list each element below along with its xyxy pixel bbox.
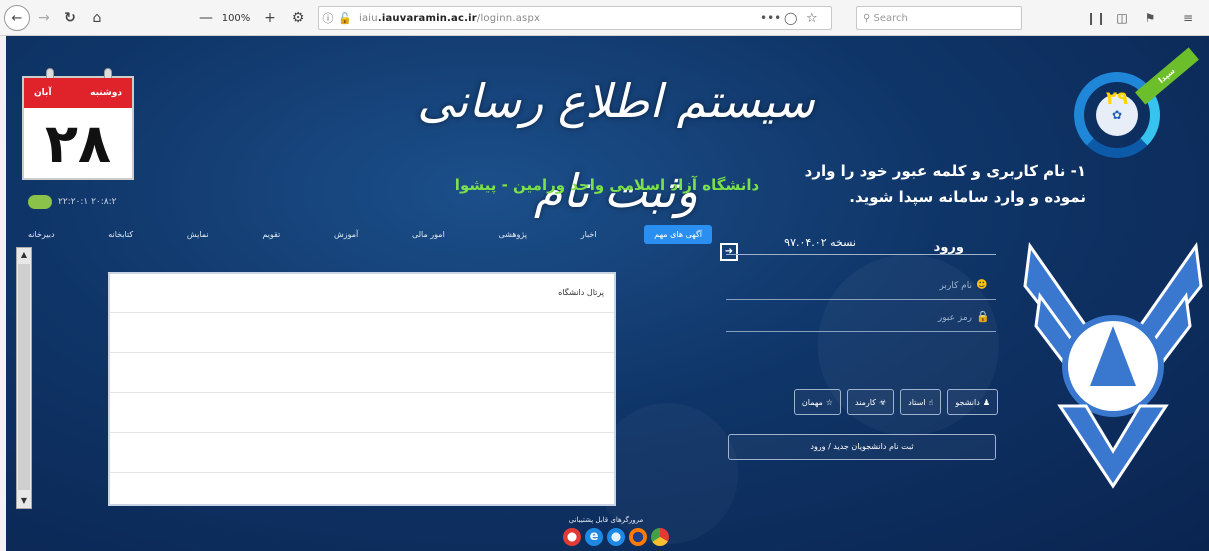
nav-tab[interactable]: پژوهشی <box>493 228 534 241</box>
home-icon[interactable]: ⌂ <box>86 7 108 29</box>
opera-icon <box>563 528 581 546</box>
instruction-line-2: نموده و وارد سامانه سپدا شوید. <box>849 188 1086 206</box>
supported-browsers-label: مرورگرهای قابل پشتیبانی <box>568 516 644 524</box>
date-text: ۲۲:۲۰:۱ ۲۰:۸:۲ <box>58 197 117 207</box>
scroll-up-icon[interactable]: ▲ <box>17 248 31 262</box>
guest-icon: ☆ <box>825 397 833 407</box>
page-actions-icon[interactable]: ••• <box>760 6 781 30</box>
nav-tab[interactable]: نمایش <box>181 228 215 241</box>
nav-tab[interactable]: تقویم <box>256 228 286 241</box>
browser-toolbar: ← → ↻ ⌂ — 100% + ⚙ ⓘ 🔓 iaiu.iauvaramin.a… <box>0 0 1209 36</box>
news-panel: پرتال دانشگاه <box>108 272 616 506</box>
url-text[interactable]: iaiu.iauvaramin.ac.ir/loginn.aspx <box>353 13 540 24</box>
news-divider <box>110 392 614 393</box>
main-nav: آگهی های مهم اخبار پژوهشی امور مالی آموزش تقو… <box>22 222 712 246</box>
pocket-icon[interactable]: ◯ <box>784 6 797 30</box>
professor-button[interactable]: ☝ استاد <box>900 389 942 415</box>
password-input[interactable] <box>742 308 972 328</box>
sync-icon[interactable]: ⚑ <box>1140 8 1160 28</box>
guest-button[interactable]: ☆ مهمان <box>793 389 841 415</box>
insecure-lock-icon[interactable]: 🔓 <box>337 12 353 25</box>
page-content: آبان دوشنبه ۲۸ ۲۲:۲۰:۱ ۲۰:۸:۲ سیستم اطلا… <box>6 36 1209 551</box>
login-divider <box>726 254 996 255</box>
sidebar-icon[interactable]: ◫ <box>1112 8 1132 28</box>
sepida-logo: ✿ ۲۹ سپدا <box>1070 47 1199 166</box>
scrollbar-thumb[interactable] <box>18 264 30 490</box>
nav-tab[interactable]: اخبار <box>575 228 603 241</box>
login-title: ورود <box>933 240 964 255</box>
supported-browsers: e <box>556 528 676 548</box>
login-door-icon: ➜ <box>720 243 738 261</box>
username-input[interactable] <box>742 276 972 296</box>
scrollbar[interactable]: ▲ ▼ <box>16 247 32 509</box>
news-divider <box>110 432 614 433</box>
forward-button[interactable]: → <box>34 7 54 29</box>
internet-explorer-icon: e <box>585 528 603 546</box>
site-title: سیستم اطلاع رسانی وثبت نام <box>417 74 815 218</box>
zoom-in-button[interactable]: + <box>262 7 278 29</box>
register-new-students-button[interactable]: ثبت نام دانشجویان جدید / ورود <box>728 434 996 460</box>
chrome-icon <box>651 528 669 546</box>
bookmark-star-icon[interactable]: ☆ <box>806 6 818 30</box>
instruction-line-1: ۱- نام کاربری و کلمه عبور خود را وارد <box>804 162 1086 180</box>
nav-tab[interactable]: کتابخانه <box>102 228 139 241</box>
safari-icon <box>607 528 625 546</box>
nav-tab[interactable]: دبیرخانه <box>22 228 61 241</box>
news-divider <box>110 472 614 473</box>
calendar-month: آبان <box>34 88 52 98</box>
news-divider <box>110 312 614 313</box>
hamburger-menu-icon[interactable]: ≡ <box>1178 8 1198 28</box>
nav-tab[interactable]: آموزش <box>328 228 364 241</box>
calendar-header: آبان دوشنبه <box>24 78 132 108</box>
thumbs-up-icon: ☝ <box>928 397 934 407</box>
url-bar[interactable]: ⓘ 🔓 iaiu.iauvaramin.ac.ir/loginn.aspx <box>318 6 832 30</box>
nav-tab[interactable]: امور مالی <box>406 228 451 241</box>
cloud-icon <box>28 195 52 209</box>
version-label: نسخه ۹۷.۰۴.۰۲ <box>784 236 856 249</box>
calendar-widget: آبان دوشنبه ۲۸ <box>22 68 134 180</box>
gear-icon[interactable]: ⚙ <box>290 7 306 29</box>
calendar-weekday: دوشنبه <box>90 88 122 98</box>
staff-icon: ☣ <box>878 397 887 407</box>
user-icon: ☻ <box>976 278 988 291</box>
nav-tab[interactable]: آگهی های مهم <box>644 224 712 244</box>
news-panel-title: پرتال دانشگاه <box>558 288 604 297</box>
logo-number: ۲۹ <box>1106 88 1128 109</box>
firefox-icon <box>629 528 647 546</box>
info-icon[interactable]: ⓘ <box>319 10 337 26</box>
zoom-out-button[interactable]: — <box>198 7 214 29</box>
date-row: ۲۲:۲۰:۱ ۲۰:۸:۲ <box>28 193 117 211</box>
student-icon: ♟ <box>982 397 990 407</box>
search-icon: ⚲ <box>863 12 874 24</box>
staff-button[interactable]: ☣ کارمند <box>846 389 895 415</box>
library-icon[interactable]: ❙❙ <box>1086 8 1106 28</box>
reload-button[interactable]: ↻ <box>60 7 80 29</box>
zoom-level[interactable]: 100% <box>216 7 256 29</box>
login-instruction: ۱- نام کاربری و کلمه عبور خود را وارد نم… <box>766 158 1086 214</box>
lock-icon: 🔒 <box>976 310 990 323</box>
university-name: دانشگاه آزاد اسلامی واحد ورامین - پیشوا <box>454 176 760 194</box>
calendar-day: ۲۸ <box>45 111 111 175</box>
student-button[interactable]: ♟ دانشجو <box>947 389 998 415</box>
news-divider <box>110 352 614 353</box>
username-field: ☻ <box>726 272 996 300</box>
back-button[interactable]: ← <box>4 5 30 31</box>
university-emblem-icon <box>1023 241 1203 489</box>
scroll-down-icon[interactable]: ▼ <box>17 494 31 508</box>
password-field: 🔒 <box>726 304 996 332</box>
search-input[interactable]: ⚲ Search <box>856 6 1022 30</box>
role-buttons: ♟ دانشجو ☝ استاد ☣ کارمند ☆ مهمان <box>734 389 998 415</box>
